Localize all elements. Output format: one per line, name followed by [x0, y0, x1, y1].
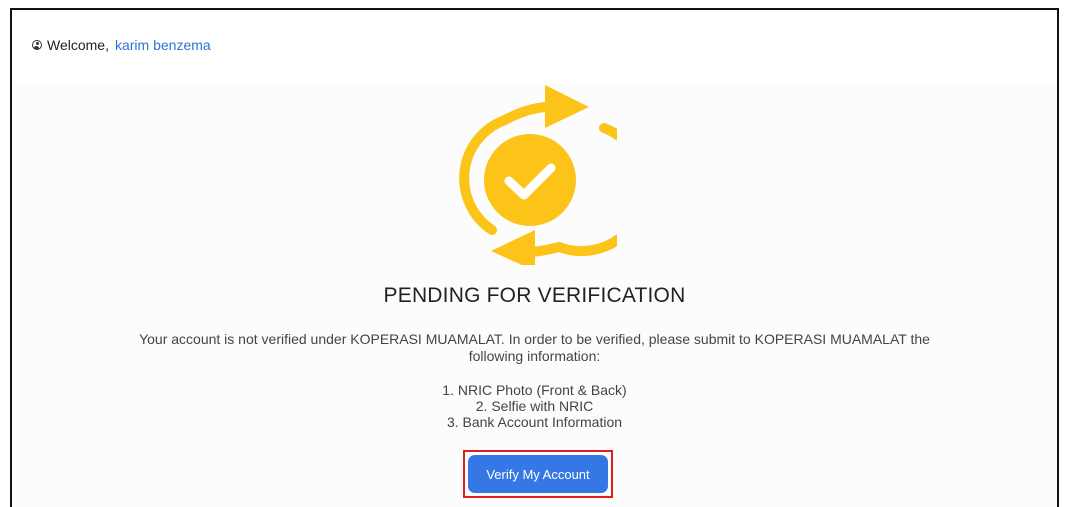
list-item: 1. NRIC Photo (Front & Back) [442, 382, 627, 398]
list-item: 3. Bank Account Information [446, 414, 623, 430]
top-bar: Welcome, karim benzema [12, 10, 1057, 82]
user-circle-icon [32, 40, 42, 50]
requirements-list: 1. NRIC Photo (Front & Back) 2. Selfie w… [12, 382, 1057, 430]
welcome-message: Welcome, karim benzema [32, 37, 211, 53]
verify-account-button[interactable]: Verify My Account [468, 455, 608, 493]
refresh-check-icon [459, 85, 617, 265]
username-link[interactable]: karim benzema [115, 37, 211, 53]
page-frame: Welcome, karim benzema PENDING FOR VERIF… [10, 8, 1059, 507]
welcome-label: Welcome, [47, 37, 109, 53]
verification-description: Your account is not verified under KOPER… [139, 331, 930, 364]
list-item: 2. Selfie with NRIC [475, 398, 594, 414]
verification-title: PENDING FOR VERIFICATION [383, 284, 686, 307]
